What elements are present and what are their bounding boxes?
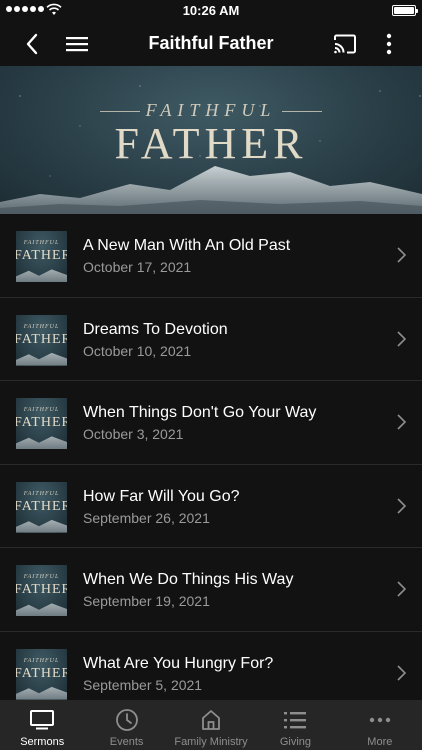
list-item[interactable]: FAITHFUL FATHER How Far Will You Go? Sep… bbox=[0, 465, 422, 548]
series-banner: FAITHFUL FATHER bbox=[0, 66, 422, 214]
status-bar: 10:26 AM bbox=[0, 0, 422, 22]
sermon-title: How Far Will You Go? bbox=[83, 487, 240, 505]
list-item[interactable]: FAITHFUL FATHER Dreams To Devotion Octob… bbox=[0, 298, 422, 381]
tab-events[interactable]: Events bbox=[84, 700, 168, 750]
tab-label: Sermons bbox=[20, 736, 65, 748]
chevron-right-icon bbox=[397, 664, 406, 681]
sermon-date: October 10, 2021 bbox=[83, 342, 192, 359]
tv-icon bbox=[29, 707, 55, 733]
sermon-title: Dreams To Devotion bbox=[83, 320, 228, 338]
sermon-title: When We Do Things His Way bbox=[83, 571, 294, 588]
banner-title: FATHER bbox=[114, 119, 308, 168]
list-item[interactable]: FAITHFUL FATHER A New Man With An Old Pa… bbox=[0, 214, 422, 298]
sermon-list: FAITHFUL FATHER A New Man With An Old Pa… bbox=[0, 214, 422, 700]
nav-bar: Faithful Father bbox=[0, 22, 422, 66]
list-item[interactable]: FAITHFUL FATHER When We Do Things His Wa… bbox=[0, 548, 422, 632]
chevron-right-icon bbox=[397, 247, 406, 263]
sermon-date: September 5, 2021 bbox=[83, 676, 203, 693]
chevron-right-icon bbox=[397, 414, 406, 430]
sermon-date: September 26, 2021 bbox=[83, 509, 210, 526]
overflow-menu-button[interactable] bbox=[375, 30, 403, 58]
tab-bar: Sermons Events Family Ministry Giving Mo… bbox=[0, 700, 422, 750]
tab-more[interactable]: More bbox=[338, 700, 422, 750]
tab-label: Family Ministry bbox=[174, 736, 248, 748]
more-vertical-icon bbox=[386, 33, 392, 55]
sermon-thumbnail: FAITHFUL FATHER bbox=[16, 231, 67, 282]
list-icon bbox=[282, 707, 308, 733]
sermon-title: What Are You Hungry For? bbox=[83, 654, 274, 672]
chevron-right-icon bbox=[397, 581, 406, 597]
tab-sermons[interactable]: Sermons bbox=[0, 700, 84, 750]
sermon-date: September 19, 2021 bbox=[83, 593, 210, 609]
cast-icon bbox=[334, 34, 356, 54]
sermon-thumbnail: FAITHFUL FATHER bbox=[16, 398, 67, 449]
sermon-date: October 3, 2021 bbox=[83, 426, 184, 442]
tab-family-ministry[interactable]: Family Ministry bbox=[169, 700, 253, 750]
sermon-title: When Things Don't Go Your Way bbox=[83, 404, 317, 421]
tab-label: Events bbox=[109, 736, 144, 748]
chevron-right-icon bbox=[397, 497, 406, 514]
sermon-thumbnail: FAITHFUL FATHER bbox=[16, 481, 67, 533]
tab-label: More bbox=[367, 736, 393, 748]
list-item[interactable]: FAITHFUL FATHER What Are You Hungry For?… bbox=[0, 632, 422, 701]
cast-button[interactable] bbox=[331, 30, 359, 58]
tab-label: Giving bbox=[279, 736, 312, 748]
chevron-right-icon bbox=[397, 330, 406, 347]
sermon-date: October 17, 2021 bbox=[83, 259, 192, 275]
sermon-thumbnail: FAITHFUL FATHER bbox=[16, 565, 67, 616]
battery-icon bbox=[392, 5, 418, 16]
list-item[interactable]: FAITHFUL FATHER When Things Don't Go You… bbox=[0, 381, 422, 465]
tab-giving[interactable]: Giving bbox=[253, 700, 337, 750]
more-horizontal-icon bbox=[367, 707, 393, 733]
sermon-thumbnail: FAITHFUL FATHER bbox=[16, 648, 67, 700]
status-time: 10:26 AM bbox=[182, 3, 240, 18]
sermon-title: A New Man With An Old Past bbox=[83, 237, 291, 254]
home-icon bbox=[198, 707, 224, 733]
clock-icon bbox=[114, 707, 140, 733]
sermon-thumbnail: FAITHFUL FATHER bbox=[16, 314, 67, 366]
